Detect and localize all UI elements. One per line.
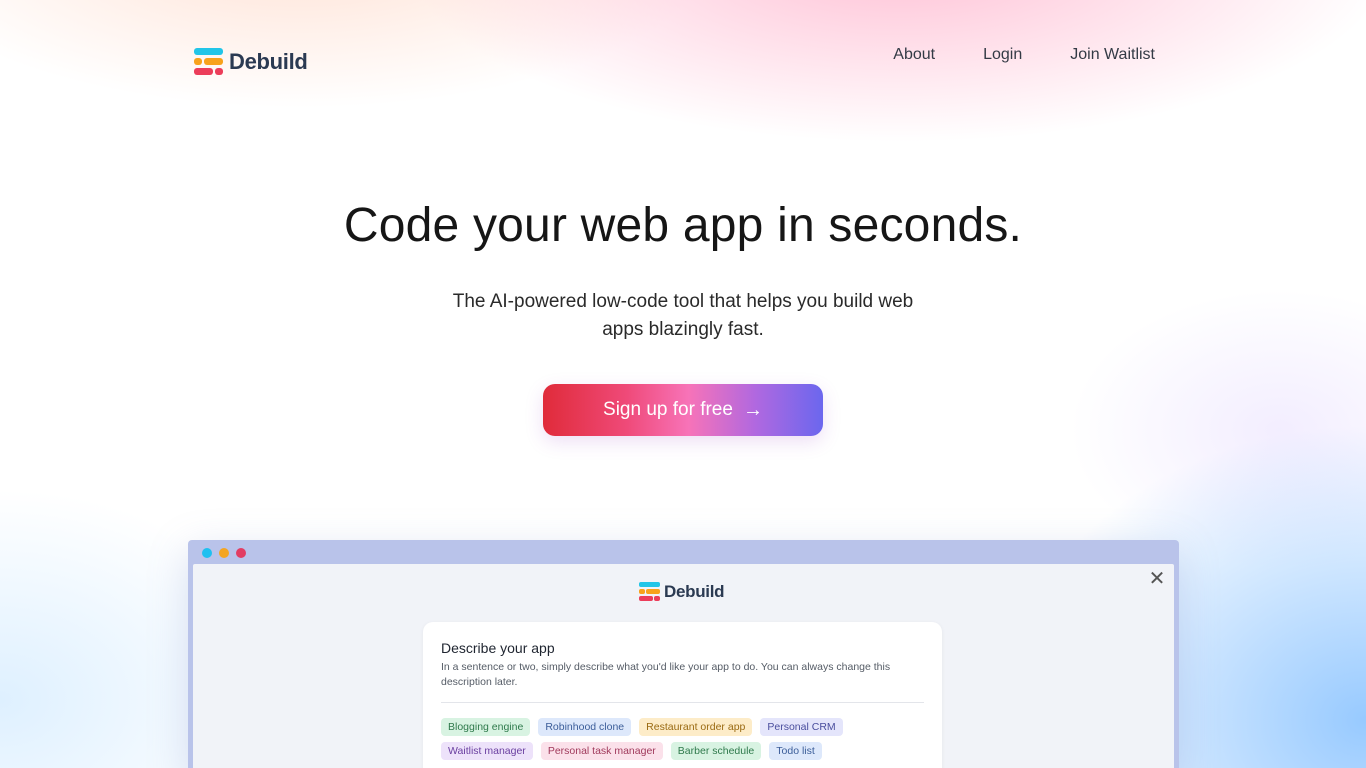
example-app-chips: Blogging engine Robinhood clone Restaura…	[441, 718, 921, 760]
app-preview-window: Debuild ✕ Describe your app In a sentenc…	[188, 540, 1179, 768]
top-nav: About Login Join Waitlist	[893, 46, 1155, 64]
chip-waitlist-manager[interactable]: Waitlist manager	[441, 742, 533, 760]
chip-todo-list[interactable]: Todo list	[769, 742, 822, 760]
window-dot-red-icon	[236, 548, 246, 558]
hero-title: Code your web app in seconds.	[343, 199, 1023, 252]
window-dot-blue-icon	[202, 548, 212, 558]
describe-app-description: In a sentence or two, simply describe wh…	[441, 661, 891, 688]
debuild-logo-icon	[194, 48, 223, 75]
chip-blogging-engine[interactable]: Blogging engine	[441, 718, 531, 736]
debuild-logo-icon	[639, 582, 660, 602]
nav-about-link[interactable]: About	[893, 46, 935, 64]
landing-page: Debuild About Login Join Waitlist Code y…	[0, 0, 1366, 768]
hero-subtitle: The AI-powered low-code tool that helps …	[452, 291, 914, 340]
sign-up-button-label: Sign up for free	[603, 399, 733, 420]
window-dot-orange-icon	[219, 548, 229, 558]
divider	[441, 702, 924, 703]
brand-name: Debuild	[229, 48, 308, 74]
chip-robinhood-clone[interactable]: Robinhood clone	[538, 718, 632, 736]
sign-up-button[interactable]: Sign up for free →	[543, 384, 823, 436]
arrow-right-icon: →	[742, 398, 763, 421]
describe-app-card: Describe your app In a sentence or two, …	[423, 622, 942, 768]
nav-login-link[interactable]: Login	[983, 46, 1022, 64]
window-controls	[202, 548, 246, 558]
preview-brand-name: Debuild	[664, 582, 725, 601]
app-preview-screen: Debuild ✕ Describe your app In a sentenc…	[193, 564, 1174, 768]
brand-logo[interactable]: Debuild	[194, 48, 308, 75]
chip-restaurant-order-app[interactable]: Restaurant order app	[639, 718, 753, 736]
nav-join-waitlist-link[interactable]: Join Waitlist	[1070, 46, 1155, 64]
chip-barber-schedule[interactable]: Barber schedule	[670, 742, 762, 760]
chip-personal-task-manager[interactable]: Personal task manager	[540, 742, 663, 760]
close-icon[interactable]: ✕	[1148, 569, 1166, 589]
chip-personal-crm[interactable]: Personal CRM	[760, 718, 843, 736]
describe-app-title: Describe your app	[441, 640, 555, 656]
preview-brand-logo: Debuild	[639, 582, 725, 602]
